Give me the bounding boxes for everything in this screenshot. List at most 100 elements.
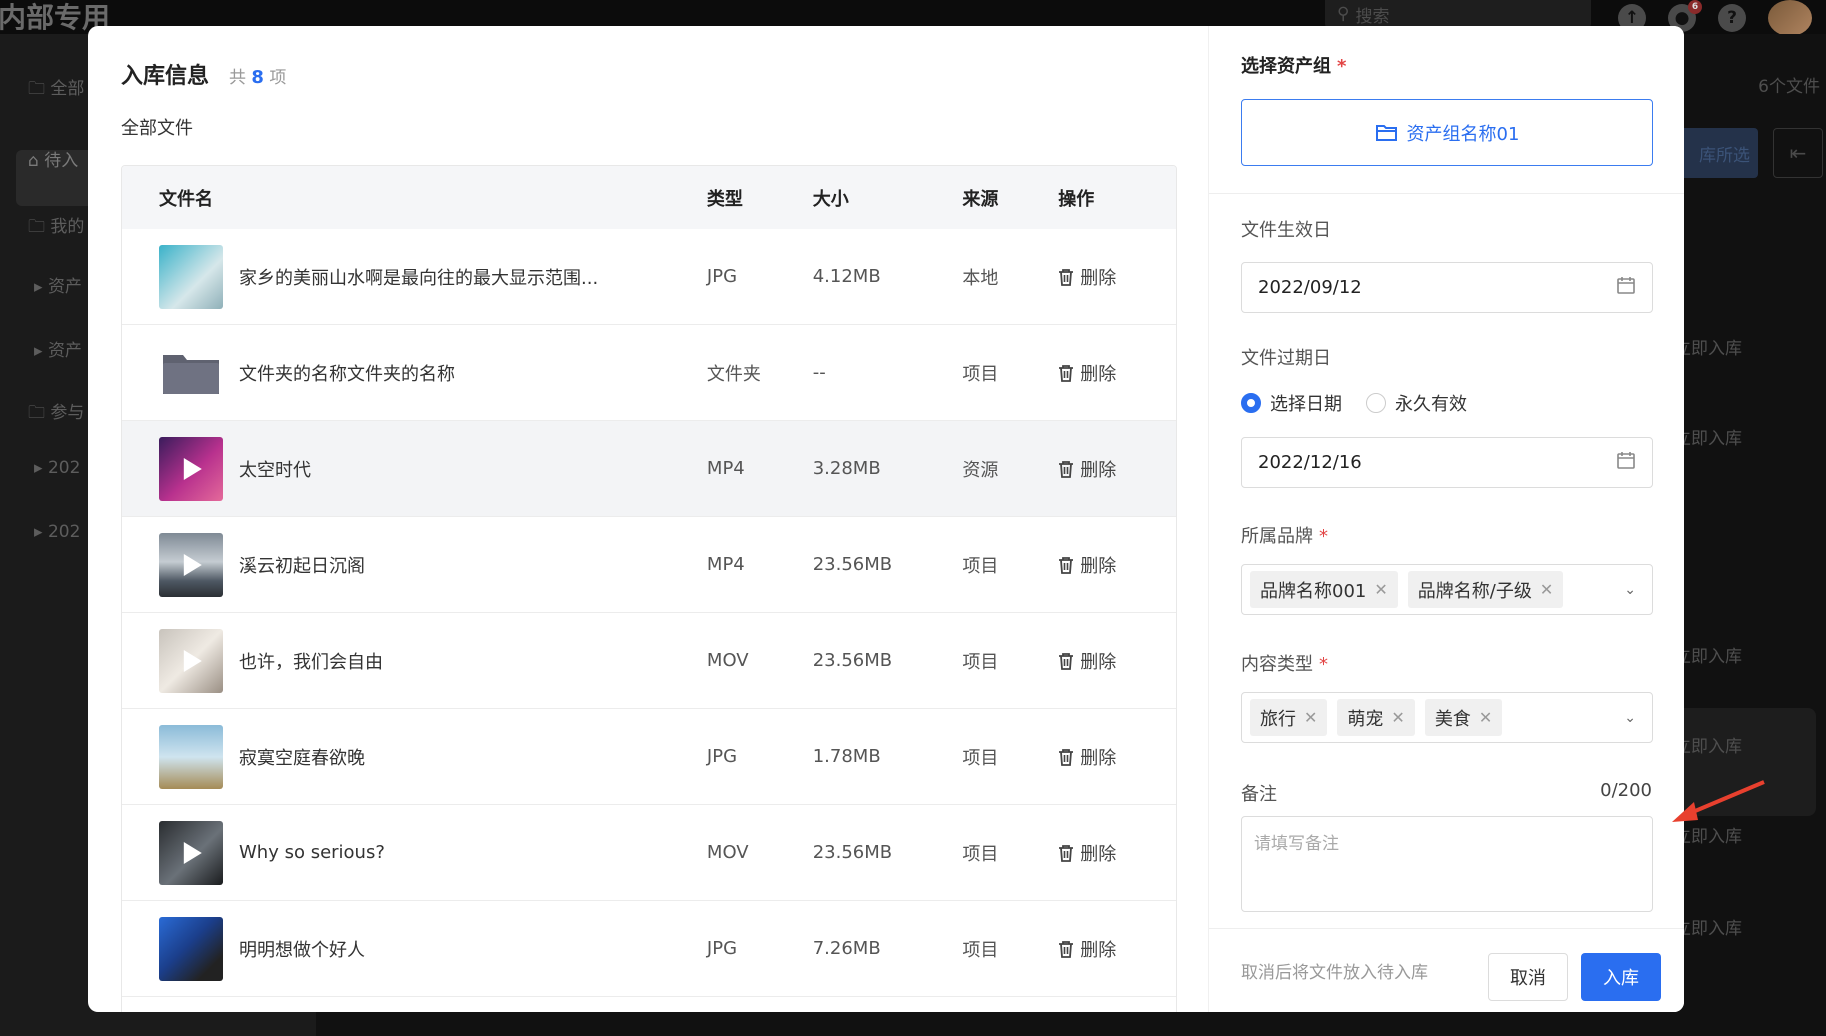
file-source: 项目 (962, 843, 999, 865)
content-tag: 萌宠 ✕ (1337, 699, 1415, 736)
trash-icon (1059, 556, 1074, 574)
brand-select[interactable]: 品牌名称001 ✕ 品牌名称/子级 ✕ ⌄ (1241, 564, 1653, 615)
search-input[interactable]: ⚲ 搜索 (1325, 0, 1591, 28)
trash-icon (1059, 748, 1074, 766)
chevron-down-icon[interactable]: ⌄ (1624, 710, 1636, 726)
file-thumbnail (159, 916, 223, 981)
sidebar-item-2022-a[interactable]: ▸ 202 (34, 458, 80, 478)
radio-select-date[interactable]: 选择日期 (1241, 390, 1342, 416)
content-type-select[interactable]: 旅行 ✕ 萌宠 ✕ 美食 ✕ ⌄ (1241, 692, 1653, 743)
file-name: 太空时代 (239, 459, 311, 481)
remove-tag-icon[interactable]: ✕ (1304, 708, 1317, 727)
folder-icon (1375, 124, 1397, 141)
cancel-button[interactable]: 取消 (1488, 953, 1568, 1001)
play-icon (183, 457, 202, 480)
remove-tag-icon[interactable]: ✕ (1540, 580, 1553, 599)
table-row[interactable]: 也许，我们会自由 MOV 23.56MB 项目 删除 (122, 613, 1176, 709)
col-header-source: 来源 (962, 188, 999, 210)
col-header-type: 类型 (706, 188, 743, 210)
file-name: 寂寞空庭春欲晚 (239, 747, 365, 769)
file-type: JPG (706, 938, 738, 959)
folder-icon (159, 341, 223, 405)
table-row[interactable]: 溪云初起日沉阁 MP4 23.56MB 项目 删除 (122, 517, 1176, 613)
file-source: 项目 (962, 555, 999, 577)
content-type-label: 内容类型 * (1241, 654, 1328, 675)
file-type: MOV (706, 842, 749, 863)
file-size: 23.56MB (812, 554, 893, 575)
sidebar-item-pending[interactable]: ⌂ 待入 (28, 146, 78, 171)
delete-button[interactable]: 删除 (1058, 840, 1176, 866)
remove-tag-icon[interactable]: ✕ (1374, 580, 1387, 599)
file-name: 家乡的美丽山水啊是最向往的最大显示范围... (239, 267, 599, 289)
delete-button[interactable]: 删除 (1058, 936, 1176, 962)
file-source: 本地 (962, 267, 999, 289)
table-row[interactable]: 明明想做个好人 JPG 7.26MB 项目 删除 (122, 901, 1176, 997)
calendar-icon (1616, 275, 1636, 300)
file-name: Why so serious? (239, 842, 385, 863)
effective-date-picker[interactable]: 2022/09/12 (1241, 262, 1653, 313)
table-row[interactable]: 文件夹的名称文件夹的名称 文件夹 -- 项目 删除 (122, 325, 1176, 421)
remove-tag-icon[interactable]: ✕ (1479, 708, 1492, 727)
store-now-link[interactable]: 立即入库 (1674, 424, 1742, 449)
trash-icon (1059, 364, 1074, 382)
file-type: MP4 (706, 458, 745, 479)
breadcrumb[interactable]: 全部文件 (121, 114, 193, 140)
brand-tag: 品牌名称/子级 ✕ (1407, 571, 1564, 608)
file-list-panel: 入库信息 共 8 项 全部文件 文件名 类型 大小 来源 操作 家乡的美丽山水啊… (88, 26, 1208, 1012)
expire-date-picker[interactable]: 2022/12/16 (1241, 437, 1653, 488)
delete-button[interactable]: 删除 (1058, 744, 1176, 770)
asset-group-selector[interactable]: 资产组名称01 (1241, 99, 1653, 166)
help-icon[interactable]: ? (1718, 4, 1746, 32)
file-source: 资源 (962, 459, 999, 481)
expire-date-label: 文件过期日 (1241, 348, 1331, 369)
delete-button[interactable]: 删除 (1058, 264, 1176, 290)
store-now-link[interactable]: 立即入库 (1674, 732, 1742, 757)
modal-footer: 取消后将文件放入待入库 取消 入库 (1209, 928, 1684, 1012)
store-now-link[interactable]: 立即入库 (1674, 642, 1742, 667)
form-panel: 选择资产组 * 资产组名称01 文件生效日 2022/09/12 文件过期日 选择… (1208, 26, 1684, 1012)
delete-button[interactable]: 删除 (1058, 648, 1176, 674)
store-now-link[interactable]: 立即入库 (1674, 334, 1742, 359)
file-thumbnail (159, 628, 223, 693)
delete-button[interactable]: 删除 (1058, 456, 1176, 482)
store-now-link[interactable]: 立即入库 (1674, 914, 1742, 939)
chevron-down-icon[interactable]: ⌄ (1624, 582, 1636, 598)
submit-button[interactable]: 入库 (1581, 953, 1661, 1001)
search-icon: ⚲ (1337, 4, 1350, 24)
table-row[interactable]: 寂寞空庭春欲晚 JPG 1.78MB 项目 删除 (122, 709, 1176, 805)
asset-group-label: 选择资产组 * (1241, 56, 1347, 77)
file-name: 文件夹的名称文件夹的名称 (239, 363, 455, 385)
avatar[interactable] (1768, 0, 1812, 36)
table-row[interactable]: Why so serious? MOV 23.56MB 项目 删除 (122, 805, 1176, 901)
play-icon (183, 553, 202, 576)
sidebar-item-all[interactable]: 🗀 全部 (28, 74, 84, 105)
file-thumbnail (159, 532, 223, 597)
table-row[interactable]: 家乡的美丽山水啊是最向往的最大显示范围... JPG 4.12MB 本地 删除 (122, 229, 1176, 325)
file-source: 项目 (962, 363, 999, 385)
file-size: 23.56MB (812, 842, 893, 863)
sidebar-item-asset-2[interactable]: ▸ 资产 (34, 336, 82, 361)
sidebar-item-mine[interactable]: 🗀 我的 (28, 212, 84, 243)
file-source: 项目 (962, 747, 999, 769)
trash-icon (1059, 844, 1074, 862)
file-thumbnail (159, 244, 223, 309)
col-header-name: 文件名 (159, 188, 213, 210)
delete-button[interactable]: 删除 (1058, 360, 1176, 386)
sidebar-item-asset[interactable]: ▸ 资产 (34, 272, 82, 297)
remark-label: 备注 (1241, 784, 1277, 805)
calendar-icon (1616, 450, 1636, 475)
sidebar-item-joined[interactable]: 🗀 参与 (28, 398, 84, 429)
remove-tag-icon[interactable]: ✕ (1391, 708, 1404, 727)
file-thumbnail (159, 436, 223, 501)
modal-title: 入库信息 (121, 64, 210, 89)
footer-hint: 取消后将文件放入待入库 (1241, 963, 1428, 983)
file-type: JPG (706, 746, 738, 767)
content-tag: 美食 ✕ (1424, 699, 1503, 736)
remark-textarea[interactable]: 请填写备注 (1241, 816, 1653, 912)
radio-forever[interactable]: 永久有效 (1366, 390, 1467, 416)
file-thumbnail (159, 820, 223, 885)
sidebar-item-2022-b[interactable]: ▸ 202 (34, 522, 80, 542)
table-row[interactable]: 太空时代 MP4 3.28MB 资源 删除 (122, 421, 1176, 517)
file-size: 4.12MB (812, 266, 881, 287)
delete-button[interactable]: 删除 (1058, 552, 1176, 578)
